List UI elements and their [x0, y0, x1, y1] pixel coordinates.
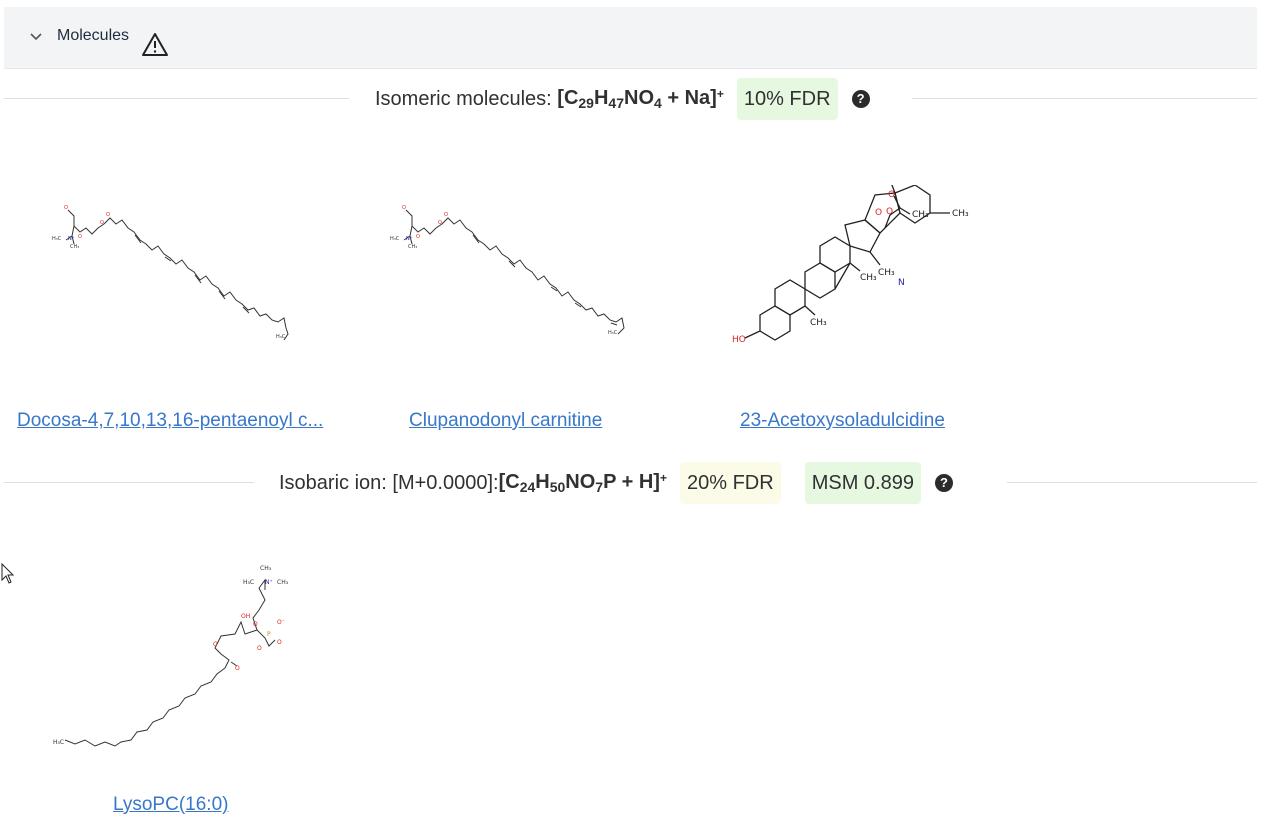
isobaric-label: Isobaric ion: [M+0.0000]: — [279, 471, 499, 494]
svg-text:N⁺: N⁺ — [68, 236, 75, 242]
svg-text:CH₃: CH₃ — [810, 318, 827, 328]
msm-badge: MSM 0.899 — [804, 462, 921, 504]
fdr-badge: 10% FDR — [736, 78, 838, 120]
isomeric-formula: [C29H47NO4 + Na]+ — [557, 87, 724, 111]
molecule-link[interactable]: Clupanodonyl carnitine — [409, 410, 602, 432]
svg-text:O: O — [438, 220, 442, 226]
svg-text:O: O — [213, 641, 218, 648]
svg-text:N: N — [898, 278, 905, 288]
isomeric-heading: Isomeric molecules: [C29H47NO4 + Na]+ 10… — [375, 78, 870, 120]
chevron-down-icon — [30, 33, 42, 41]
isobaric-formula: [C24H50NO7P + H]+ — [498, 471, 667, 495]
help-circle-icon[interactable]: ? — [934, 474, 953, 492]
isomeric-divider: Isomeric molecules: [C29H47NO4 + Na]+ 10… — [4, 78, 1257, 120]
svg-text:H₃C: H₃C — [53, 739, 64, 746]
molecule-structure-image: OO OO H₃C N⁺ CH₃H₃C — [390, 205, 625, 336]
svg-text:H₃C: H₃C — [390, 236, 400, 242]
mouse-pointer-icon — [1, 563, 15, 584]
svg-text:OH: OH — [241, 613, 250, 620]
molecule-link[interactable]: LysoPC(16:0) — [113, 794, 228, 816]
svg-text:O⁻: O⁻ — [277, 619, 285, 626]
svg-text:O: O — [257, 645, 262, 652]
svg-text:CH₃: CH₃ — [260, 565, 272, 572]
isobaric-heading: Isobaric ion: [M+0.0000]: [C24H50NO7P + … — [279, 462, 953, 504]
svg-text:N⁺: N⁺ — [406, 236, 413, 242]
svg-text:H₃C: H₃C — [243, 579, 254, 586]
svg-text:O: O — [235, 665, 240, 672]
svg-text:CH₃: CH₃ — [912, 210, 929, 220]
svg-text:O: O — [416, 234, 420, 240]
isobaric-divider: Isobaric ion: [M+0.0000]: [C24H50NO7P + … — [4, 462, 1257, 504]
svg-text:HO: HO — [732, 335, 746, 345]
svg-text:CH₃: CH₃ — [878, 268, 895, 278]
svg-text:O: O — [100, 220, 104, 226]
molecule-link[interactable]: 23-Acetoxysoladulcidine — [740, 410, 945, 432]
molecule-card: HO CH₃ CH₃ CH₃ O N CH₃ OO CH₃ 23-Acetoxy… — [700, 130, 1000, 440]
svg-text:P: P — [267, 631, 271, 638]
svg-text:H₃C: H₃C — [608, 330, 618, 336]
svg-text:O: O — [78, 234, 82, 240]
fdr-badge: 20% FDR — [679, 462, 781, 504]
molecule-structure-image: HO CH₃ CH₃ CH₃ O N CH₃ — [732, 185, 969, 345]
molecule-card: OO OO H₃C N⁺ CH₃ H₃C Docosa-4,7,10,13,16-p… — [0, 130, 350, 440]
molecule-structure-image: OO OO H₃C N⁺ CH₃H₃C — [52, 205, 289, 340]
isomeric-label: Isomeric molecules: — [375, 87, 552, 110]
help-circle-icon[interactable]: ? — [851, 90, 870, 108]
svg-text:N⁺: N⁺ — [265, 579, 273, 586]
svg-text:CH₃: CH₃ — [860, 273, 877, 283]
acetoxy-group-image: OO CH₃ — [884, 190, 929, 229]
svg-text:CH₃: CH₃ — [408, 244, 417, 250]
svg-text:O: O — [253, 621, 258, 628]
svg-text:O: O — [444, 212, 448, 218]
svg-text:O: O — [64, 205, 68, 211]
svg-text:CH₃: CH₃ — [277, 579, 289, 586]
svg-text:H₃C: H₃C — [276, 334, 286, 340]
svg-text:H₃C: H₃C — [52, 236, 62, 242]
molecules-panel-header[interactable]: Molecules — [4, 7, 1257, 69]
molecule-card: OO OO H₃C N⁺ CH₃ H₃C Clupanodonyl carnitin… — [380, 130, 680, 440]
svg-text:CH₃: CH₃ — [952, 209, 969, 219]
svg-text:O: O — [886, 207, 893, 217]
svg-text:CH₃: CH₃ — [70, 244, 79, 250]
svg-text:O: O — [277, 639, 282, 646]
molecule-card: CH₃ H₃C N⁺ CH₃ OH O P O⁻ O O O O H₃C Lys… — [0, 515, 350, 830]
panel-title: Molecules — [57, 27, 130, 44]
molecule-link[interactable]: Docosa-4,7,10,13,16-pentaenoyl c... — [17, 410, 323, 432]
svg-text:O: O — [888, 190, 895, 200]
svg-text:O: O — [106, 212, 110, 218]
svg-text:O: O — [402, 205, 406, 211]
molecule-structure-image: CH₃ H₃C N⁺ CH₃ OH O P O⁻ O O O O H₃C — [53, 565, 289, 747]
warning-triangle-icon — [142, 33, 168, 56]
